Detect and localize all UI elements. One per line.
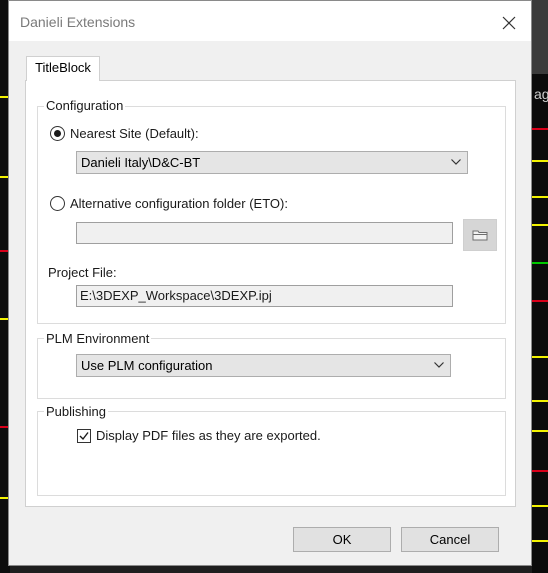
- close-icon: [502, 16, 516, 30]
- nearest-site-select[interactable]: Danieli Italy\D&C-BT: [76, 151, 468, 174]
- checkmark-icon: [79, 432, 89, 441]
- configuration-group-label: Configuration: [44, 98, 126, 113]
- ok-button[interactable]: OK: [293, 527, 391, 552]
- alternative-config-label: Alternative configuration folder (ETO):: [70, 196, 288, 211]
- nearest-site-value: Danieli Italy\D&C-BT: [81, 155, 201, 170]
- chevron-down-icon: [434, 362, 444, 368]
- tab-titleblock[interactable]: TitleBlock: [26, 56, 100, 81]
- alternative-config-field[interactable]: [76, 222, 453, 244]
- title-bar: Danieli Extensions: [9, 1, 531, 41]
- background-cad-right: ag: [532, 0, 548, 573]
- project-file-field[interactable]: E:\3DEXP_Workspace\3DEXP.ipj: [76, 285, 453, 307]
- browse-folder-button[interactable]: [463, 219, 497, 251]
- nearest-site-label: Nearest Site (Default):: [70, 126, 199, 141]
- alternative-config-radio[interactable]: [50, 196, 65, 211]
- plm-environment-value: Use PLM configuration: [81, 358, 213, 373]
- dialog-title: Danieli Extensions: [20, 14, 136, 30]
- nearest-site-radio[interactable]: [50, 126, 65, 141]
- plm-environment-select[interactable]: Use PLM configuration: [76, 354, 451, 377]
- publishing-group-label: Publishing: [44, 404, 108, 419]
- danieli-extensions-dialog: Danieli Extensions TitleBlock Configurat…: [8, 0, 532, 566]
- chevron-down-icon: [451, 159, 461, 165]
- folder-icon: [472, 230, 488, 241]
- plm-environment-group-label: PLM Environment: [44, 331, 152, 346]
- publishing-group: [37, 411, 506, 496]
- display-pdf-label: Display PDF files as they are exported.: [96, 428, 321, 443]
- cancel-button[interactable]: Cancel: [401, 527, 499, 552]
- project-file-label: Project File:: [48, 265, 117, 280]
- display-pdf-checkbox[interactable]: [77, 429, 91, 443]
- tab-panel-titleblock: Configuration Nearest Site (Default): Da…: [25, 80, 516, 507]
- close-button[interactable]: [497, 11, 521, 35]
